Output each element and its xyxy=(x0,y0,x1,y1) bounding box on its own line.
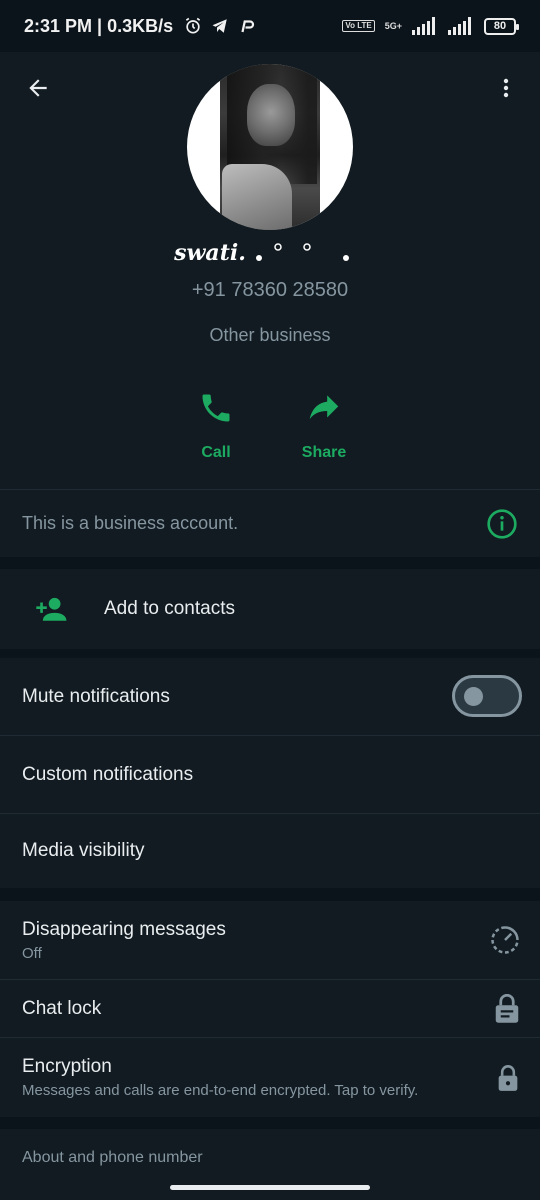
more-vertical-icon xyxy=(503,78,509,98)
disappearing-messages-value: Off xyxy=(22,944,42,962)
share-button[interactable]: Share xyxy=(279,388,369,462)
photo-face xyxy=(247,84,295,146)
name-decoration xyxy=(256,243,349,261)
alarm-icon xyxy=(185,17,201,34)
privacy-settings-card: Disappearing messages Off Chat lock Encr… xyxy=(0,901,540,1117)
business-category: Other business xyxy=(209,325,331,345)
status-bar: 2:31 PM | 0.3KB/s Vo LTE 5G+ 80 xyxy=(0,0,540,52)
add-to-contacts-label: Add to contacts xyxy=(104,598,235,619)
info-icon[interactable] xyxy=(486,508,518,540)
custom-notifications-label: Custom notifications xyxy=(22,763,194,785)
encryption-label: Encryption xyxy=(22,1056,112,1077)
signal-icon-2 xyxy=(448,17,471,35)
profile-header: swati. +91 78360 28580 Other business Ca… xyxy=(0,52,540,489)
phone-number: +91 78360 28580 xyxy=(191,279,349,301)
arrow-left-icon xyxy=(29,79,47,97)
person-add-icon xyxy=(36,597,67,621)
business-account-text: This is a business account. xyxy=(22,513,239,533)
media-visibility-row[interactable]: Media visibility xyxy=(0,814,540,888)
disappearing-messages-row[interactable]: Disappearing messages Off xyxy=(0,901,540,979)
volte-indicator: Vo LTE xyxy=(342,20,375,32)
encryption-row[interactable]: Encryption Messages and calls are end-to… xyxy=(0,1038,540,1117)
status-time: 2:31 PM | 0.3KB/s xyxy=(24,15,174,36)
about-section-title: About and phone number xyxy=(22,1149,203,1166)
notification-settings-card: Mute notifications Custom notifications … xyxy=(0,658,540,888)
mute-notifications-label: Mute notifications xyxy=(22,685,170,707)
timer-icon xyxy=(491,926,519,954)
status-right: Vo LTE 5G+ 80 xyxy=(342,17,519,35)
toggle-knob xyxy=(464,687,483,706)
contact-name-text: swati. xyxy=(174,240,246,266)
mute-notifications-row[interactable]: Mute notifications xyxy=(0,658,540,735)
chat-lock-label: Chat lock xyxy=(22,997,102,1019)
chat-lock-icon xyxy=(495,993,519,1023)
signal-icon xyxy=(412,17,435,35)
contact-info-screen: 2:31 PM | 0.3KB/s Vo LTE 5G+ 80 swati. +… xyxy=(0,0,540,1200)
custom-notifications-row[interactable]: Custom notifications xyxy=(0,736,540,813)
business-account-banner[interactable]: This is a business account. xyxy=(0,490,540,557)
profile-photo[interactable] xyxy=(187,64,353,230)
call-label: Call xyxy=(201,444,231,461)
add-contact-icon-wrap xyxy=(0,594,104,624)
share-arrow-icon xyxy=(309,395,339,420)
lock-icon xyxy=(498,1064,518,1091)
chat-lock-row[interactable]: Chat lock xyxy=(0,980,540,1037)
share-label: Share xyxy=(301,444,347,461)
encryption-description: Messages and calls are end-to-end encryp… xyxy=(22,1082,419,1099)
media-visibility-label: Media visibility xyxy=(22,840,145,861)
about-section: About and phone number xyxy=(0,1129,540,1200)
mute-toggle[interactable] xyxy=(452,675,522,717)
network-type: 5G+ xyxy=(384,20,402,31)
call-button[interactable]: Call xyxy=(171,388,261,462)
pay-icon xyxy=(241,20,255,33)
battery-icon: 80 xyxy=(484,17,519,35)
more-options-button[interactable] xyxy=(488,70,524,106)
phone-icon xyxy=(202,394,230,422)
photo-shirt xyxy=(222,164,292,230)
disappearing-messages-label: Disappearing messages xyxy=(22,918,226,940)
status-icons xyxy=(183,16,257,36)
status-left: 2:31 PM | 0.3KB/s xyxy=(24,16,257,37)
telegram-icon xyxy=(212,19,227,33)
add-to-contacts-row[interactable]: Add to contacts xyxy=(0,569,540,649)
back-button[interactable] xyxy=(20,70,56,106)
home-indicator[interactable] xyxy=(170,1185,370,1190)
